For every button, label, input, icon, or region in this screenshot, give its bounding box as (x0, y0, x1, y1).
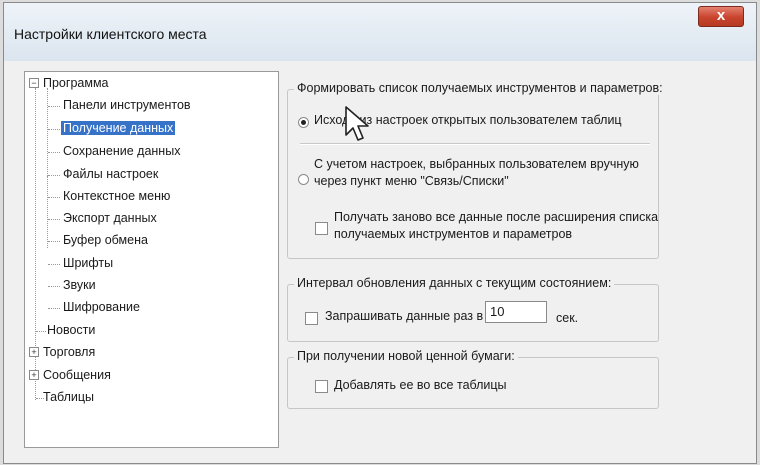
interval-input[interactable]: 10 (485, 301, 547, 323)
request-interval-label[interactable]: Запрашивать данные раз в (325, 308, 483, 325)
mouse-cursor-icon (345, 106, 369, 141)
tree-connector (48, 152, 60, 153)
refetch-checkbox[interactable] (315, 222, 328, 235)
tree-item-faily[interactable]: Файлы настроек (63, 165, 158, 183)
window-title: Настройки клиентского места (14, 26, 207, 42)
add-to-all-tables-label[interactable]: Добавлять ее во все таблицы (334, 377, 507, 394)
tree-item-zvuki[interactable]: Звуки (63, 276, 96, 294)
settings-dialog: Настройки клиентского места x − Программ… (3, 2, 757, 464)
refetch-label[interactable]: Получать заново все данные после расшире… (334, 209, 658, 226)
radio-from-open-tables[interactable] (298, 117, 309, 128)
tree-item-eksport[interactable]: Экспорт данных (63, 209, 157, 227)
request-interval-checkbox[interactable] (305, 312, 318, 325)
tree-connector (47, 176, 48, 248)
tree-item-bufer[interactable]: Буфер обмена (63, 231, 148, 249)
refetch-label-2[interactable]: получаемых инструментов и параметров (334, 226, 572, 243)
close-button[interactable]: x (698, 6, 744, 27)
expand-icon[interactable]: + (29, 347, 39, 357)
add-to-all-tables-checkbox[interactable] (315, 380, 328, 393)
tree-connector (48, 308, 60, 309)
tree-item-tablicy[interactable]: Таблицы (43, 388, 94, 406)
interval-unit: сек. (556, 311, 579, 325)
radio-manual-selection-label[interactable]: С учетом настроек, выбранных пользовател… (314, 156, 639, 173)
tree-item-kontekst[interactable]: Контекстное меню (63, 187, 170, 205)
title-bar: Настройки клиентского места x (4, 3, 756, 61)
tree-connector (48, 175, 60, 176)
close-icon: x (716, 7, 726, 24)
tree-connector (48, 241, 60, 242)
tree-item-paneli[interactable]: Панели инструментов (63, 96, 191, 114)
tree-item-shifrovanie[interactable]: Шифрование (63, 298, 140, 316)
data-source-legend: Формировать список получаемых инструмент… (294, 81, 666, 95)
new-security-group: При получении новой ценной бумаги: Добав… (287, 349, 659, 409)
refresh-interval-group: Интервал обновления данных с текущим сос… (287, 276, 659, 342)
data-source-group: Формировать список получаемых инструмент… (287, 81, 666, 259)
new-security-legend: При получении новой ценной бумаги: (294, 349, 518, 363)
tree-connector (48, 264, 60, 265)
tree-item-novosti[interactable]: Новости (47, 321, 95, 339)
tree-connector (48, 286, 60, 287)
tree-item-poluchenie[interactable]: Получение данных (61, 119, 176, 137)
tree-connector (48, 106, 60, 107)
tree-item-sohranenie[interactable]: Сохранение данных (63, 142, 180, 160)
collapse-icon[interactable]: − (29, 78, 39, 88)
tree-connector (36, 331, 46, 332)
tree-connector (48, 129, 60, 130)
refresh-interval-legend: Интервал обновления данных с текущим сос… (294, 276, 615, 290)
tree-connector (47, 88, 48, 176)
settings-tree[interactable]: − Программа Панели инструментов Получени… (24, 71, 279, 448)
tree-connector (48, 197, 60, 198)
radio-manual-selection[interactable] (298, 174, 309, 185)
radio-manual-selection-label-2[interactable]: через пункт меню "Связь/Списки" (314, 173, 509, 190)
expand-icon[interactable]: + (29, 370, 39, 380)
tree-connector (48, 219, 60, 220)
tree-item-shrifty[interactable]: Шрифты (63, 254, 113, 272)
